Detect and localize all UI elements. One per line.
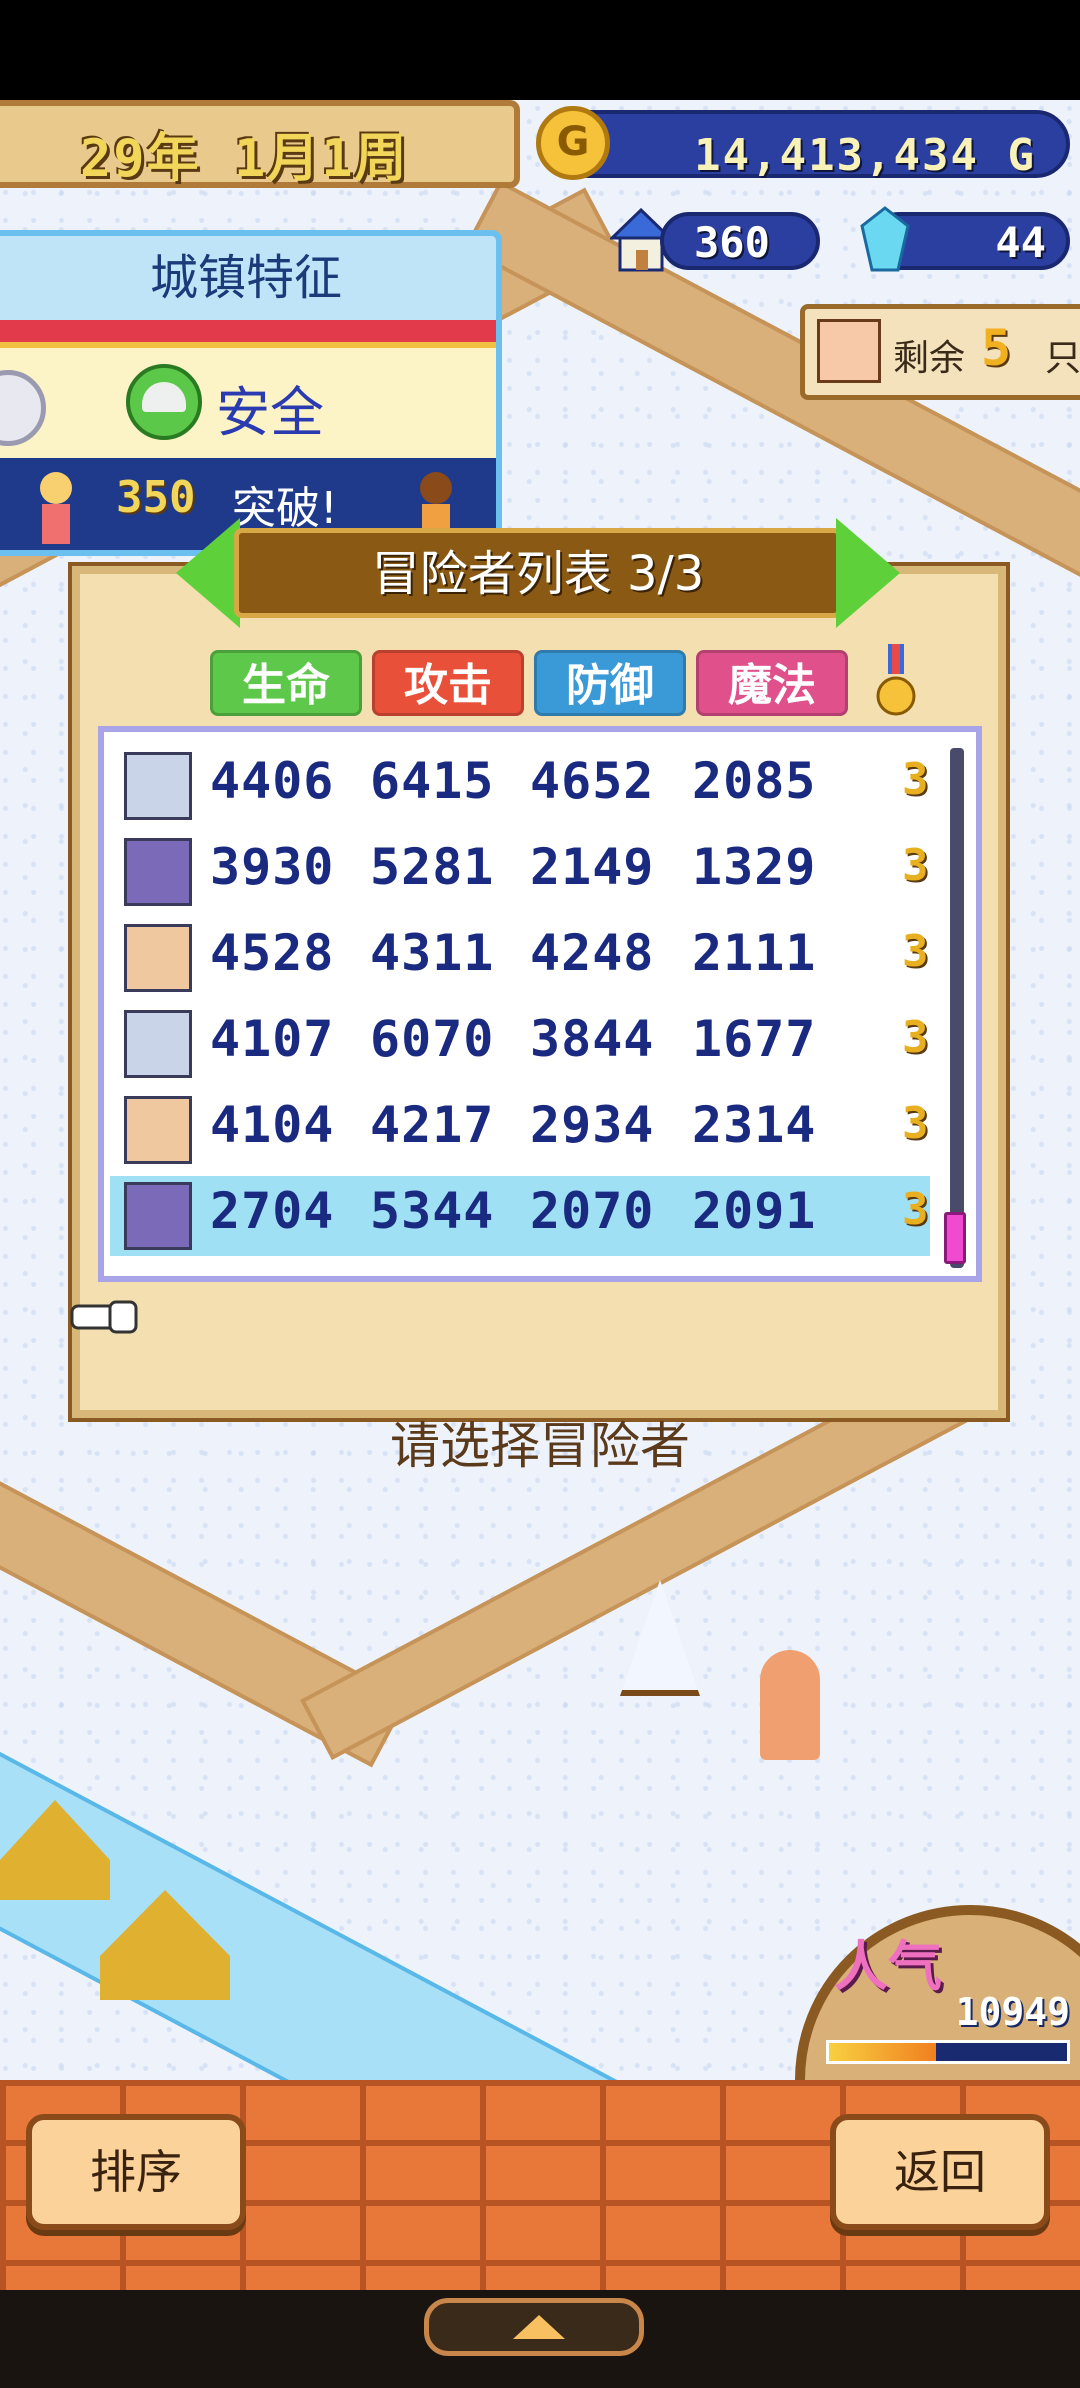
- tab-attack[interactable]: 攻击: [372, 650, 524, 716]
- adventurer-sprite[interactable]: [760, 1650, 820, 1760]
- adventurer-row[interactable]: 4406 6415 4652 2085 3: [110, 746, 930, 826]
- adventurer-row-selected[interactable]: 2704 5344 2070 2091 3: [110, 1176, 930, 1256]
- defense-value: 2934: [530, 1096, 655, 1154]
- adventurer-row[interactable]: 4107 6070 3844 1677 3: [110, 1004, 930, 1084]
- stat-tabs: 生命 攻击 防御 魔法: [134, 644, 920, 716]
- expand-menu-button[interactable]: [424, 2298, 644, 2356]
- ice-wall: [0, 1720, 742, 2080]
- town-feature-value: 安全: [216, 381, 324, 444]
- robot-icon: [124, 1010, 192, 1078]
- remaining-panel[interactable]: 剩余 5 只: [800, 304, 1080, 400]
- level-value: 3: [902, 1012, 929, 1063]
- attack-value: 4217: [370, 1096, 495, 1154]
- popularity-value: 10949: [955, 1990, 1070, 2034]
- hp-value: 2704: [210, 1182, 335, 1240]
- population-value: 360: [694, 218, 770, 267]
- curtain-decoration: [0, 320, 496, 348]
- samurai-icon: [124, 924, 192, 992]
- date-bar: 29年 1月1周: [0, 100, 520, 189]
- magic-value: 2111: [692, 924, 817, 982]
- popularity-gauge: [826, 2040, 1070, 2064]
- attack-value: 4311: [370, 924, 495, 982]
- level-value: 3: [902, 754, 929, 805]
- hp-value: 4107: [210, 1010, 335, 1068]
- attack-value: 5281: [370, 838, 495, 896]
- adventurer-row[interactable]: 3930 5281 2149 1329 3: [110, 832, 930, 912]
- ninja-icon: [124, 838, 192, 906]
- town-feature-panel[interactable]: 城镇特征 安全 350 突破!: [0, 230, 502, 556]
- adventurer-row[interactable]: 4104 4217 2934 2314 3: [110, 1090, 930, 1170]
- tab-hp[interactable]: 生命: [210, 650, 362, 716]
- magic-value: 2091: [692, 1182, 817, 1240]
- defense-value: 4248: [530, 924, 655, 982]
- monster-face-icon: [817, 319, 881, 383]
- attack-value: 6415: [370, 752, 495, 810]
- list-title-bar: 冒险者列表 3/3: [234, 528, 842, 618]
- cheering-person-icon: [40, 472, 72, 544]
- samurai-icon: [124, 1096, 192, 1164]
- next-page-arrow[interactable]: [836, 518, 900, 628]
- date-display: 29年 1月1周: [80, 129, 409, 189]
- breakthrough-count: 350: [116, 472, 196, 523]
- magic-value: 2085: [692, 752, 817, 810]
- money-value: 14,413,434 G: [694, 130, 1036, 181]
- tab-defense[interactable]: 防御: [534, 650, 686, 716]
- hp-value: 4406: [210, 752, 335, 810]
- defense-value: 3844: [530, 1010, 655, 1068]
- magic-value: 1677: [692, 1010, 817, 1068]
- list-title: 冒险者列表 3/3: [371, 546, 705, 602]
- back-button[interactable]: 返回: [830, 2114, 1050, 2230]
- crystal-icon: [860, 206, 910, 272]
- robot-icon: [124, 752, 192, 820]
- level-value: 3: [902, 926, 929, 977]
- medal-icon[interactable]: [876, 644, 916, 720]
- pointing-hand-icon: [70, 1300, 138, 1334]
- list-scrollbar[interactable]: [944, 748, 966, 1268]
- adventurer-list[interactable]: 4406 6415 4652 2085 3 3930 5281 2149 132…: [98, 726, 982, 1282]
- up-arrow-icon: [513, 2315, 565, 2339]
- defense-value: 4652: [530, 752, 655, 810]
- sort-button[interactable]: 排序: [26, 2114, 246, 2230]
- magic-value: 1329: [692, 838, 817, 896]
- coin-icon: G: [536, 106, 610, 180]
- magic-value: 2314: [692, 1096, 817, 1154]
- select-adventurer-prompt: 请选择冒险者: [390, 1417, 690, 1475]
- popularity-gauge-fill: [829, 2043, 937, 2061]
- defense-value: 2070: [530, 1182, 655, 1240]
- adventurer-row[interactable]: 4528 4311 4248 2111 3: [110, 918, 930, 998]
- level-value: 3: [902, 1184, 929, 1235]
- remaining-unit: 只: [1045, 338, 1080, 379]
- hp-value: 4104: [210, 1096, 335, 1154]
- hp-value: 3930: [210, 838, 335, 896]
- prev-page-arrow[interactable]: [176, 518, 240, 628]
- scroll-thumb[interactable]: [944, 1212, 966, 1264]
- helmet-icon: [126, 364, 202, 440]
- hp-value: 4528: [210, 924, 335, 982]
- attack-value: 6070: [370, 1010, 495, 1068]
- level-value: 3: [902, 840, 929, 891]
- gem-value: 44: [995, 218, 1046, 267]
- level-value: 3: [902, 1098, 929, 1149]
- tab-magic[interactable]: 魔法: [696, 650, 848, 716]
- remaining-count: 5: [981, 319, 1012, 377]
- popularity-widget[interactable]: 人气 10949: [790, 1890, 1080, 2080]
- remaining-label: 剩余: [893, 338, 966, 379]
- attack-value: 5344: [370, 1182, 495, 1240]
- population-bar: 360: [660, 212, 820, 270]
- defense-value: 2149: [530, 838, 655, 896]
- money-bar: 14,413,434 G: [540, 110, 1070, 181]
- adventurer-list-header: 冒险者列表 3/3: [176, 518, 900, 628]
- ninja-icon: [124, 1182, 192, 1250]
- town-feature-title: 城镇特征: [0, 236, 496, 320]
- popularity-label: 人气: [834, 1935, 942, 1998]
